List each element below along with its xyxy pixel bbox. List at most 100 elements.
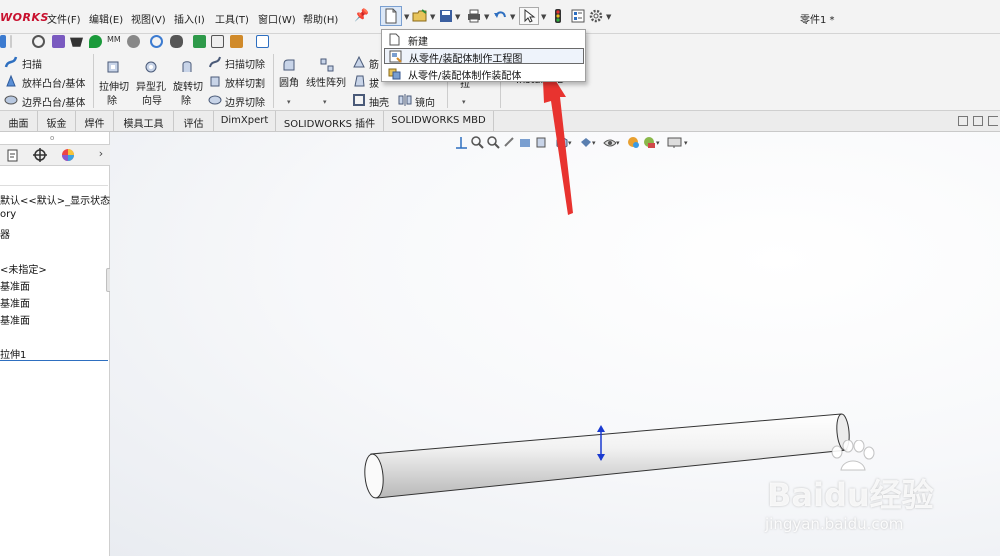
new-document-button[interactable] (380, 6, 402, 26)
linear-pattern-button[interactable]: 线性阵列 (306, 74, 346, 89)
tree-item-right-plane[interactable]: 基准面 (0, 312, 30, 327)
chevron-down-icon[interactable]: ▾ (684, 139, 688, 147)
lofted-cut-button[interactable]: 放样切割 (225, 75, 265, 90)
shell-button[interactable]: 抽壳 (369, 94, 389, 109)
chevron-down-icon[interactable]: ▾ (616, 139, 620, 147)
extruded-cut-label[interactable]: 除 (107, 92, 117, 107)
previous-view-icon[interactable] (503, 136, 516, 149)
chevron-down-icon[interactable]: ▼ (510, 13, 515, 21)
mirror-button[interactable]: 镜向 (415, 94, 435, 109)
apply-scene-icon[interactable] (643, 136, 656, 149)
undo-icon[interactable] (492, 8, 508, 24)
boundary-cut-button[interactable]: 边界切除 (225, 94, 265, 109)
chevron-down-icon[interactable]: ▾ (656, 139, 660, 147)
tab-weldments[interactable]: 焊件 (76, 111, 114, 132)
tab-solidworks-mbd[interactable]: SOLIDWORKS MBD (384, 111, 494, 132)
boundary-boss-button[interactable]: 边界凸台/基体 (22, 94, 85, 109)
restore-icon[interactable] (958, 116, 968, 126)
extruded-cut-label[interactable]: 拉伸切 (99, 78, 129, 93)
property-manager-tab[interactable] (0, 147, 26, 164)
print-icon[interactable] (466, 8, 482, 24)
document-icon[interactable] (211, 35, 224, 48)
tab-solidworks-addins[interactable]: SOLIDWORKS 插件 (276, 111, 384, 132)
view-settings-monitor-icon[interactable] (667, 136, 683, 149)
measure-icon[interactable]: MM (107, 35, 125, 48)
tree-item-history[interactable]: ory (0, 209, 16, 220)
display-style-icon[interactable] (579, 136, 592, 149)
view-orientation-icon[interactable] (455, 136, 468, 149)
hide-show-items-icon[interactable] (603, 136, 616, 149)
tree-config-line[interactable]: 默认<<默认>_显示状态 (0, 192, 110, 207)
location-icon[interactable] (89, 35, 102, 48)
fillet-button[interactable]: 圆角 (279, 74, 299, 89)
chevron-down-icon[interactable]: ▼ (404, 13, 409, 21)
tile-icon[interactable] (973, 116, 983, 126)
image-icon[interactable] (230, 35, 243, 48)
chevron-down-icon[interactable]: ▼ (541, 13, 546, 21)
search-icon[interactable] (150, 35, 163, 48)
tree-item-extrude1[interactable]: 拉伸1 (0, 346, 26, 361)
rib-button[interactable]: 筋 (369, 56, 379, 71)
bowl-icon[interactable] (70, 37, 83, 47)
chevron-down-icon[interactable]: ▼ (484, 13, 489, 21)
revolved-cut-label[interactable]: 除 (181, 92, 191, 107)
panel-grip[interactable]: o (50, 134, 54, 142)
gear-icon[interactable] (127, 35, 140, 48)
draft-button[interactable]: 拔 (369, 75, 379, 90)
menu-insert[interactable]: 插入(I) (174, 11, 205, 26)
hole-wizard-label[interactable]: 向导 (142, 92, 162, 107)
gear-icon[interactable] (588, 8, 604, 24)
menu-view[interactable]: 视图(V) (131, 11, 166, 26)
save-icon[interactable] (438, 8, 454, 24)
dropdown-item-make-assembly[interactable]: 从零件/装配体制作装配体 (384, 65, 584, 82)
rebuild-traffic-light-icon[interactable] (550, 8, 566, 24)
chevron-down-icon[interactable]: ▾ (287, 98, 291, 106)
file-properties-icon[interactable] (570, 8, 586, 24)
menu-window[interactable]: 窗口(W) (258, 11, 296, 26)
dropdown-item-new[interactable]: 新建 (384, 31, 584, 48)
graphics-area[interactable]: ▾ ▾ ▾ ▾ ▾ Baidu经验 jingyan.baidu.com (110, 59, 1000, 556)
rollback-bar[interactable] (0, 360, 108, 361)
revolved-cut-label[interactable]: 旋转切 (173, 78, 203, 93)
open-folder-icon[interactable] (412, 8, 428, 24)
select-cursor-icon[interactable] (519, 7, 539, 25)
tab-evaluate[interactable]: 评估 (174, 111, 214, 132)
tree-item-top-plane[interactable]: 基准面 (0, 295, 30, 310)
zoom-area-icon[interactable] (487, 136, 500, 149)
tab-mold-tools[interactable]: 模具工具 (114, 111, 174, 132)
chevron-down-icon[interactable]: ▾ (592, 139, 596, 147)
loft-boss-button[interactable]: 放样凸台/基体 (22, 75, 85, 90)
display-manager-tab[interactable] (55, 147, 81, 164)
hole-wizard-label[interactable]: 异型孔 (136, 78, 166, 93)
menu-file[interactable]: 文件(F) (47, 11, 81, 26)
tab-sheet-metal[interactable]: 钣金 (38, 111, 76, 132)
menu-help[interactable]: 帮助(H) (303, 11, 338, 26)
chevron-down-icon[interactable]: ▼ (606, 13, 611, 21)
chevron-down-icon[interactable]: ▼ (430, 13, 435, 21)
tab-surfaces[interactable]: 曲面 (0, 111, 38, 132)
table-icon[interactable] (256, 35, 269, 48)
toolbar-icon[interactable] (0, 35, 6, 48)
chevron-down-icon[interactable]: ▾ (323, 98, 327, 106)
document-icon[interactable] (193, 35, 206, 48)
tree-item-front-plane[interactable]: 基准面 (0, 278, 30, 293)
close-pane-icon[interactable] (988, 116, 998, 126)
dropdown-item-make-drawing[interactable]: 从零件/装配体制作工程图 (384, 48, 584, 65)
swept-cut-button[interactable]: 扫描切除 (225, 56, 265, 71)
chevron-down-icon[interactable]: ▾ (462, 98, 466, 106)
pin-icon[interactable]: 📌 (354, 8, 369, 22)
chevron-down-icon[interactable]: ▼ (455, 13, 460, 21)
gear-icon[interactable] (32, 35, 45, 48)
tree-item-material[interactable]: <未指定> (0, 261, 47, 276)
menu-edit[interactable]: 编辑(E) (89, 11, 123, 26)
zoom-to-fit-icon[interactable] (471, 136, 484, 149)
menu-tools[interactable]: 工具(T) (215, 11, 249, 26)
sphere-icon[interactable] (52, 35, 65, 48)
configuration-manager-tab[interactable] (27, 147, 53, 164)
tab-dimxpert[interactable]: DimXpert (214, 111, 276, 132)
edit-appearance-icon[interactable] (627, 136, 640, 149)
feature-filter-field[interactable] (0, 168, 108, 186)
binoculars-icon[interactable] (170, 35, 183, 48)
tree-item-sensors[interactable]: 器 (0, 226, 10, 241)
sweep-button[interactable]: 扫描 (22, 56, 42, 71)
